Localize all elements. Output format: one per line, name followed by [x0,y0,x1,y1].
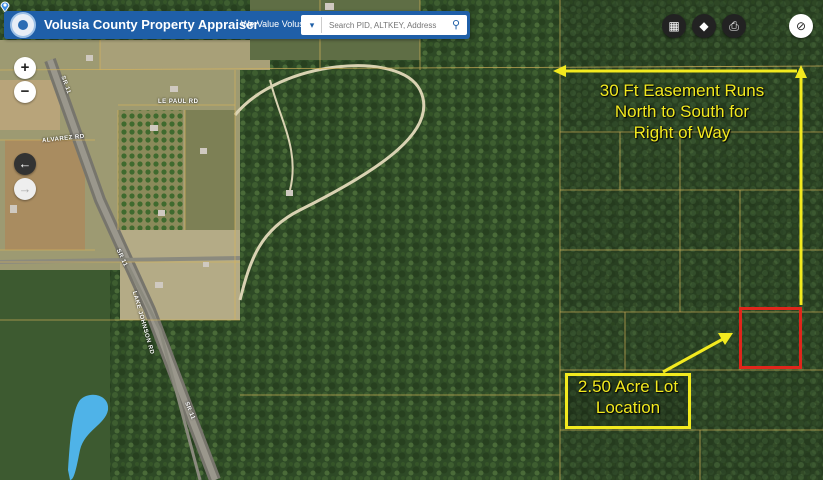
forward-button[interactable]: → [14,178,36,200]
road-label-le-paul: LE PAUL RD [158,99,199,105]
chevron-down-icon: ▾ [309,20,315,30]
basemap-icon[interactable]: ◆ [692,14,716,38]
county-seal-logo [10,12,36,38]
easement-line-3: Right of Way [633,123,731,142]
search-type-dropdown[interactable]: ▾ [303,17,322,33]
satellite-imagery [0,0,823,480]
grid-icon[interactable]: ▦ [662,14,686,38]
search-input[interactable] [325,17,451,33]
lot-annotation-box: 2.50 Acre Lot Location [565,373,691,429]
back-button[interactable]: ← [14,153,36,175]
visibility-icon[interactable]: ⊘ [789,14,813,38]
app-title: Volusia County Property Appraiser [44,17,259,32]
search-icon: ⚲ [451,19,461,31]
zoom-out-button[interactable]: − [14,81,36,103]
print-icon[interactable]: ⎙ [722,14,746,38]
zoom-in-button[interactable]: + [14,57,36,79]
easement-annotation: 30 Ft Easement Runs North to South for R… [568,80,796,143]
aerial-map[interactable]: LE PAUL RD ALVAREZ RD SR 11 SR 11 SR 11 … [0,0,823,480]
easement-line-1: 30 Ft Easement Runs [599,81,765,100]
lot-line-1: 2.50 Acre Lot [577,377,679,396]
lot-line-2: Location [595,398,661,417]
search-bar: ▾ ⚲ [301,15,467,35]
easement-line-2: North to South for [614,102,750,121]
app-header: Volusia County Property Appraiser We Val… [4,11,470,39]
lot-outline [739,307,802,369]
search-button[interactable]: ⚲ [447,17,465,33]
